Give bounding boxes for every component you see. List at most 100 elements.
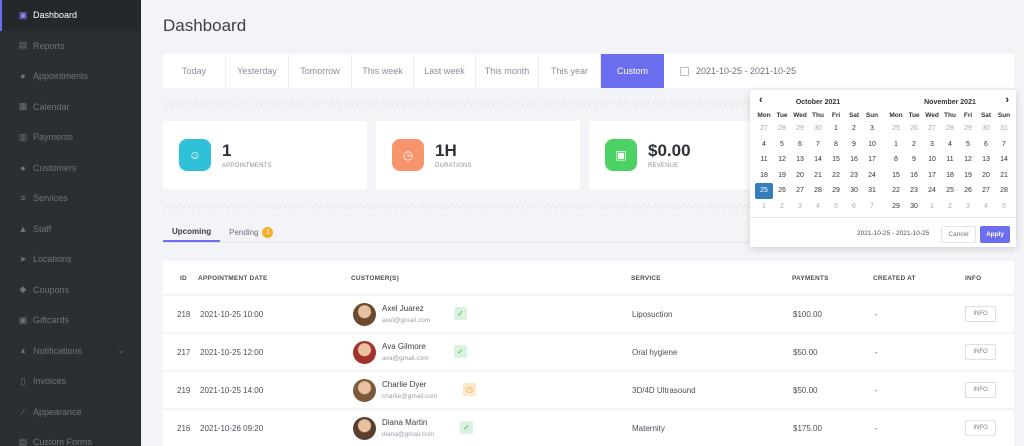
calendar-day[interactable]: 7 [809,137,827,153]
info-button[interactable]: INFO [965,306,996,322]
calendar-day[interactable]: 23 [905,183,923,199]
sidebar-item-dashboard[interactable]: ▣ Dashboard [0,0,141,31]
calendar-day[interactable]: 8 [827,137,845,153]
filter-tab-this-month[interactable]: This month [476,54,539,88]
calendar-day[interactable]: 6 [791,137,809,153]
calendar-day[interactable]: 29 [827,183,845,199]
sidebar-item-customers[interactable]: ● Customers [0,153,141,184]
calendar-day[interactable]: 21 [809,168,827,184]
calendar-day[interactable]: 2 [845,121,863,137]
sidebar-item-coupons[interactable]: ◆ Coupons [0,275,141,306]
calendar-day[interactable]: 15 [887,168,905,184]
sidebar-item-calendar[interactable]: ▦ Calendar [0,92,141,123]
table-row[interactable]: 218 2021-10-25 10:00 Axel Juarez axel@gmail… [163,296,1014,332]
calendar-day[interactable]: 28 [773,121,791,137]
calendar-day[interactable]: 17 [923,168,941,184]
calendar-day[interactable]: 4 [941,137,959,153]
filter-tab-today[interactable]: Today [163,54,226,88]
calendar-day[interactable]: 1 [827,121,845,137]
sidebar-item-locations[interactable]: ➤ Locations [0,244,141,275]
calendar-day[interactable]: 30 [905,199,923,215]
calendar-day[interactable]: 30 [809,121,827,137]
calendar-day[interactable]: 5 [995,199,1013,215]
calendar-day[interactable]: 29 [959,121,977,137]
calendar-day[interactable]: 24 [863,168,881,184]
calendar-day[interactable]: 25 [887,121,905,137]
calendar-day[interactable]: 24 [923,183,941,199]
calendar-day[interactable]: 2 [773,199,791,215]
calendar-day[interactable]: 10 [863,137,881,153]
sidebar-item-notifications[interactable]: ▴ Notifications ⌄ [0,336,141,367]
calendar-day[interactable]: 5 [827,199,845,215]
table-row[interactable]: 216 2021-10-26 09:20 Diana Martin diana@gma… [163,410,1014,446]
calendar-day[interactable]: 27 [791,183,809,199]
calendar-day[interactable]: 1 [923,199,941,215]
calendar-day[interactable]: 3 [863,121,881,137]
filter-tab-last-week[interactable]: Last week [414,54,476,88]
calendar-day[interactable]: 31 [995,121,1013,137]
calendar-day[interactable]: 17 [863,152,881,168]
calendar-day[interactable]: 4 [977,199,995,215]
calendar-day[interactable]: 18 [755,168,773,184]
sidebar-item-payments[interactable]: ▥ Payments [0,122,141,153]
calendar-day[interactable]: 11 [941,152,959,168]
filter-tab-tomorrow[interactable]: Tomorrow [289,54,352,88]
calendar-day[interactable]: 28 [941,121,959,137]
calendar-day[interactable]: 20 [977,168,995,184]
calendar-day[interactable]: 2 [941,199,959,215]
calendar-day[interactable]: 13 [791,152,809,168]
calendar-day[interactable]: 6 [845,199,863,215]
calendar-day[interactable]: 26 [773,183,791,199]
calendar-day[interactable]: 30 [977,121,995,137]
calendar-day[interactable]: 12 [959,152,977,168]
calendar-day[interactable]: 16 [845,152,863,168]
calendar-day[interactable]: 1 [887,137,905,153]
apply-button[interactable]: Apply [980,226,1010,243]
calendar-day[interactable]: 22 [887,183,905,199]
calendar-day[interactable]: 16 [905,168,923,184]
calendar-day[interactable]: 25 [755,183,773,199]
sidebar-item-appointments[interactable]: ● Appointments [0,61,141,92]
tab-pending[interactable]: Pending 1 [220,222,282,242]
sidebar-item-reports[interactable]: ▤ Reports [0,31,141,62]
calendar-day[interactable]: 19 [959,168,977,184]
info-button[interactable]: INFO [965,344,996,360]
calendar-day[interactable]: 31 [863,183,881,199]
filter-tab-yesterday[interactable]: Yesterday [226,54,289,88]
calendar-day[interactable]: 30 [845,183,863,199]
table-row[interactable]: 219 2021-10-25 14:00 Charlie Dyer charlie@g… [163,372,1014,408]
calendar-day[interactable]: 22 [827,168,845,184]
calendar-day[interactable]: 14 [995,152,1013,168]
calendar-day[interactable]: 5 [959,137,977,153]
calendar-day[interactable]: 9 [905,152,923,168]
calendar-day[interactable]: 26 [959,183,977,199]
date-range-field[interactable]: 2021-10-25 - 2021-10-25 [664,54,796,88]
calendar-day[interactable]: 10 [923,152,941,168]
calendar-day[interactable]: 12 [773,152,791,168]
calendar-day[interactable]: 14 [809,152,827,168]
chevron-right-icon[interactable]: › [1005,94,1009,106]
calendar-day[interactable]: 1 [755,199,773,215]
calendar-day[interactable]: 18 [941,168,959,184]
calendar-day[interactable]: 19 [773,168,791,184]
calendar-day[interactable]: 26 [905,121,923,137]
calendar-day[interactable]: 20 [791,168,809,184]
calendar-day[interactable]: 9 [845,137,863,153]
table-row[interactable]: 217 2021-10-25 12:00 Ava Gilmore ava@gmail.… [163,334,1014,370]
calendar-day[interactable]: 28 [809,183,827,199]
calendar-day[interactable]: 7 [863,199,881,215]
calendar-day[interactable]: 4 [809,199,827,215]
sidebar-item-services[interactable]: ≡ Services [0,183,141,214]
calendar-day[interactable]: 8 [887,152,905,168]
cancel-button[interactable]: Cancel [941,226,976,243]
filter-tab-custom[interactable]: Custom [601,54,664,88]
calendar-day[interactable]: 11 [755,152,773,168]
calendar-day[interactable]: 5 [773,137,791,153]
sidebar-item-invoices[interactable]: ▯ Invoices [0,366,141,397]
sidebar-item-appearance[interactable]: ∕ Appearance [0,397,141,428]
calendar-day[interactable]: 28 [995,183,1013,199]
calendar-day[interactable]: 27 [977,183,995,199]
calendar-day[interactable]: 29 [887,199,905,215]
calendar-day[interactable]: 7 [995,137,1013,153]
filter-tab-this-year[interactable]: This year [539,54,601,88]
